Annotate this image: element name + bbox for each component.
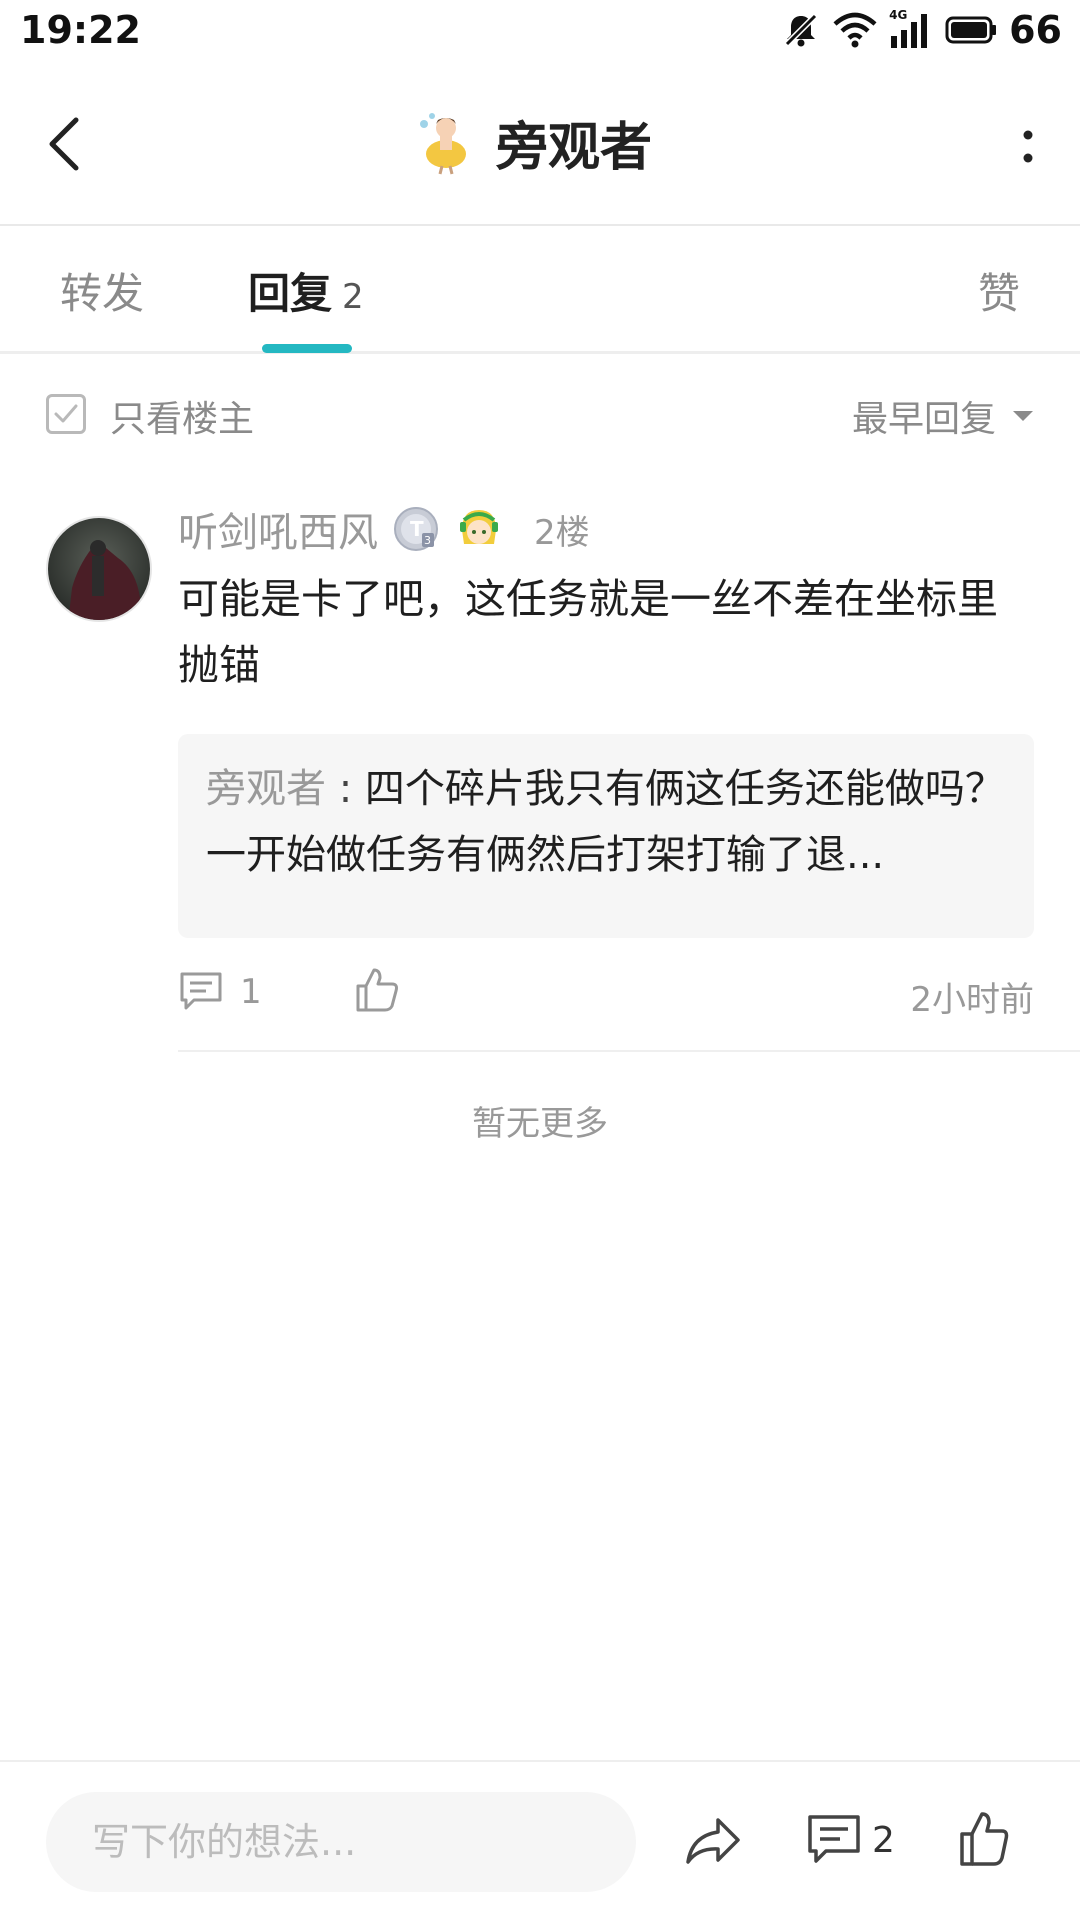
commenter-username[interactable]: 听剑吼西风 [178,500,378,558]
like-post-button[interactable] [958,1808,1010,1868]
more-button[interactable] [1012,122,1044,172]
character-badge-icon [460,510,498,544]
svg-text:3: 3 [424,534,431,547]
tab-reply-count: 2 [342,277,364,317]
avatar[interactable] [46,516,152,622]
comment-timestamp: 2小时前 [910,980,1034,1020]
comment-input[interactable] [46,1792,636,1892]
no-more-label: 暂无更多 [472,1104,608,1144]
comment-icon [180,972,222,1010]
comment-text: 可能是卡了吧，这任务就是一丝不差在坐标里抛锚 [178,575,998,689]
header: 旁观者 [0,60,1080,226]
back-button[interactable] [38,112,98,176]
bottom-bar: 2 [0,1760,1080,1920]
reply-button[interactable] [178,970,224,1014]
quoted-post[interactable]: 旁观者 : 四个碎片我只有俩这任务还能做吗？一开始做任务有俩然后打架打输了退..… [178,734,1034,938]
tab-reply-label: 回复 [248,269,333,318]
comments-count: 2 [872,1819,895,1861]
check-icon [54,404,78,423]
user-avatar-icon [420,113,466,175]
page-title: 旁观者 [496,117,653,178]
comments-button[interactable]: 2 [806,1810,895,1870]
level-badge-icon: T 3 [394,507,438,551]
reply-count: 1 [240,972,262,1012]
thumbs-up-icon [960,1812,1009,1866]
commenter-avatar-image [48,518,150,620]
svg-text:T: T [410,517,424,541]
quote-author: 旁观者 [206,766,326,812]
caret-down-icon [1013,411,1033,421]
tab-bar: 转发 回复 2 赞 [0,228,1080,354]
active-tab-indicator [262,344,352,353]
only-owner-label[interactable]: 只看楼主 [110,390,254,442]
share-button[interactable] [684,1812,742,1870]
tab-like[interactable]: 赞 [978,260,1020,321]
status-icons: 4G 66 [781,8,1062,52]
status-time: 19:22 [20,8,141,52]
tab-forward[interactable]: 转发 [60,260,144,321]
tab-reply[interactable]: 回复 2 [248,260,364,321]
comment-actions: 1 2小时前 [178,964,1034,1024]
only-owner-checkbox[interactable] [46,394,86,434]
battery-icon [945,16,997,44]
chevron-left-icon [49,117,79,171]
cellular-signal-icon: 4G [889,8,933,50]
quote-separator: : [326,766,365,812]
battery-level: 66 [1009,8,1062,52]
sort-dropdown[interactable]: 最早回复 [852,390,1034,442]
thumbs-up-icon [356,968,398,1012]
status-bar: 19:22 4G 66 [0,0,1080,60]
share-icon [686,1818,740,1864]
title: 旁观者 [410,100,652,184]
divider [178,1050,1080,1052]
floor-number: 2楼 [534,512,590,553]
mute-icon [783,12,819,48]
wifi-icon [833,12,877,48]
more-vertical-icon [1023,130,1033,163]
like-button[interactable] [354,966,400,1014]
comment-icon [808,1815,860,1863]
filter-row: 只看楼主 最早回复 [0,380,1080,450]
comment-user-row: 听剑吼西风 T 3 2楼 [178,498,590,560]
sort-label: 最早回复 [851,399,996,440]
